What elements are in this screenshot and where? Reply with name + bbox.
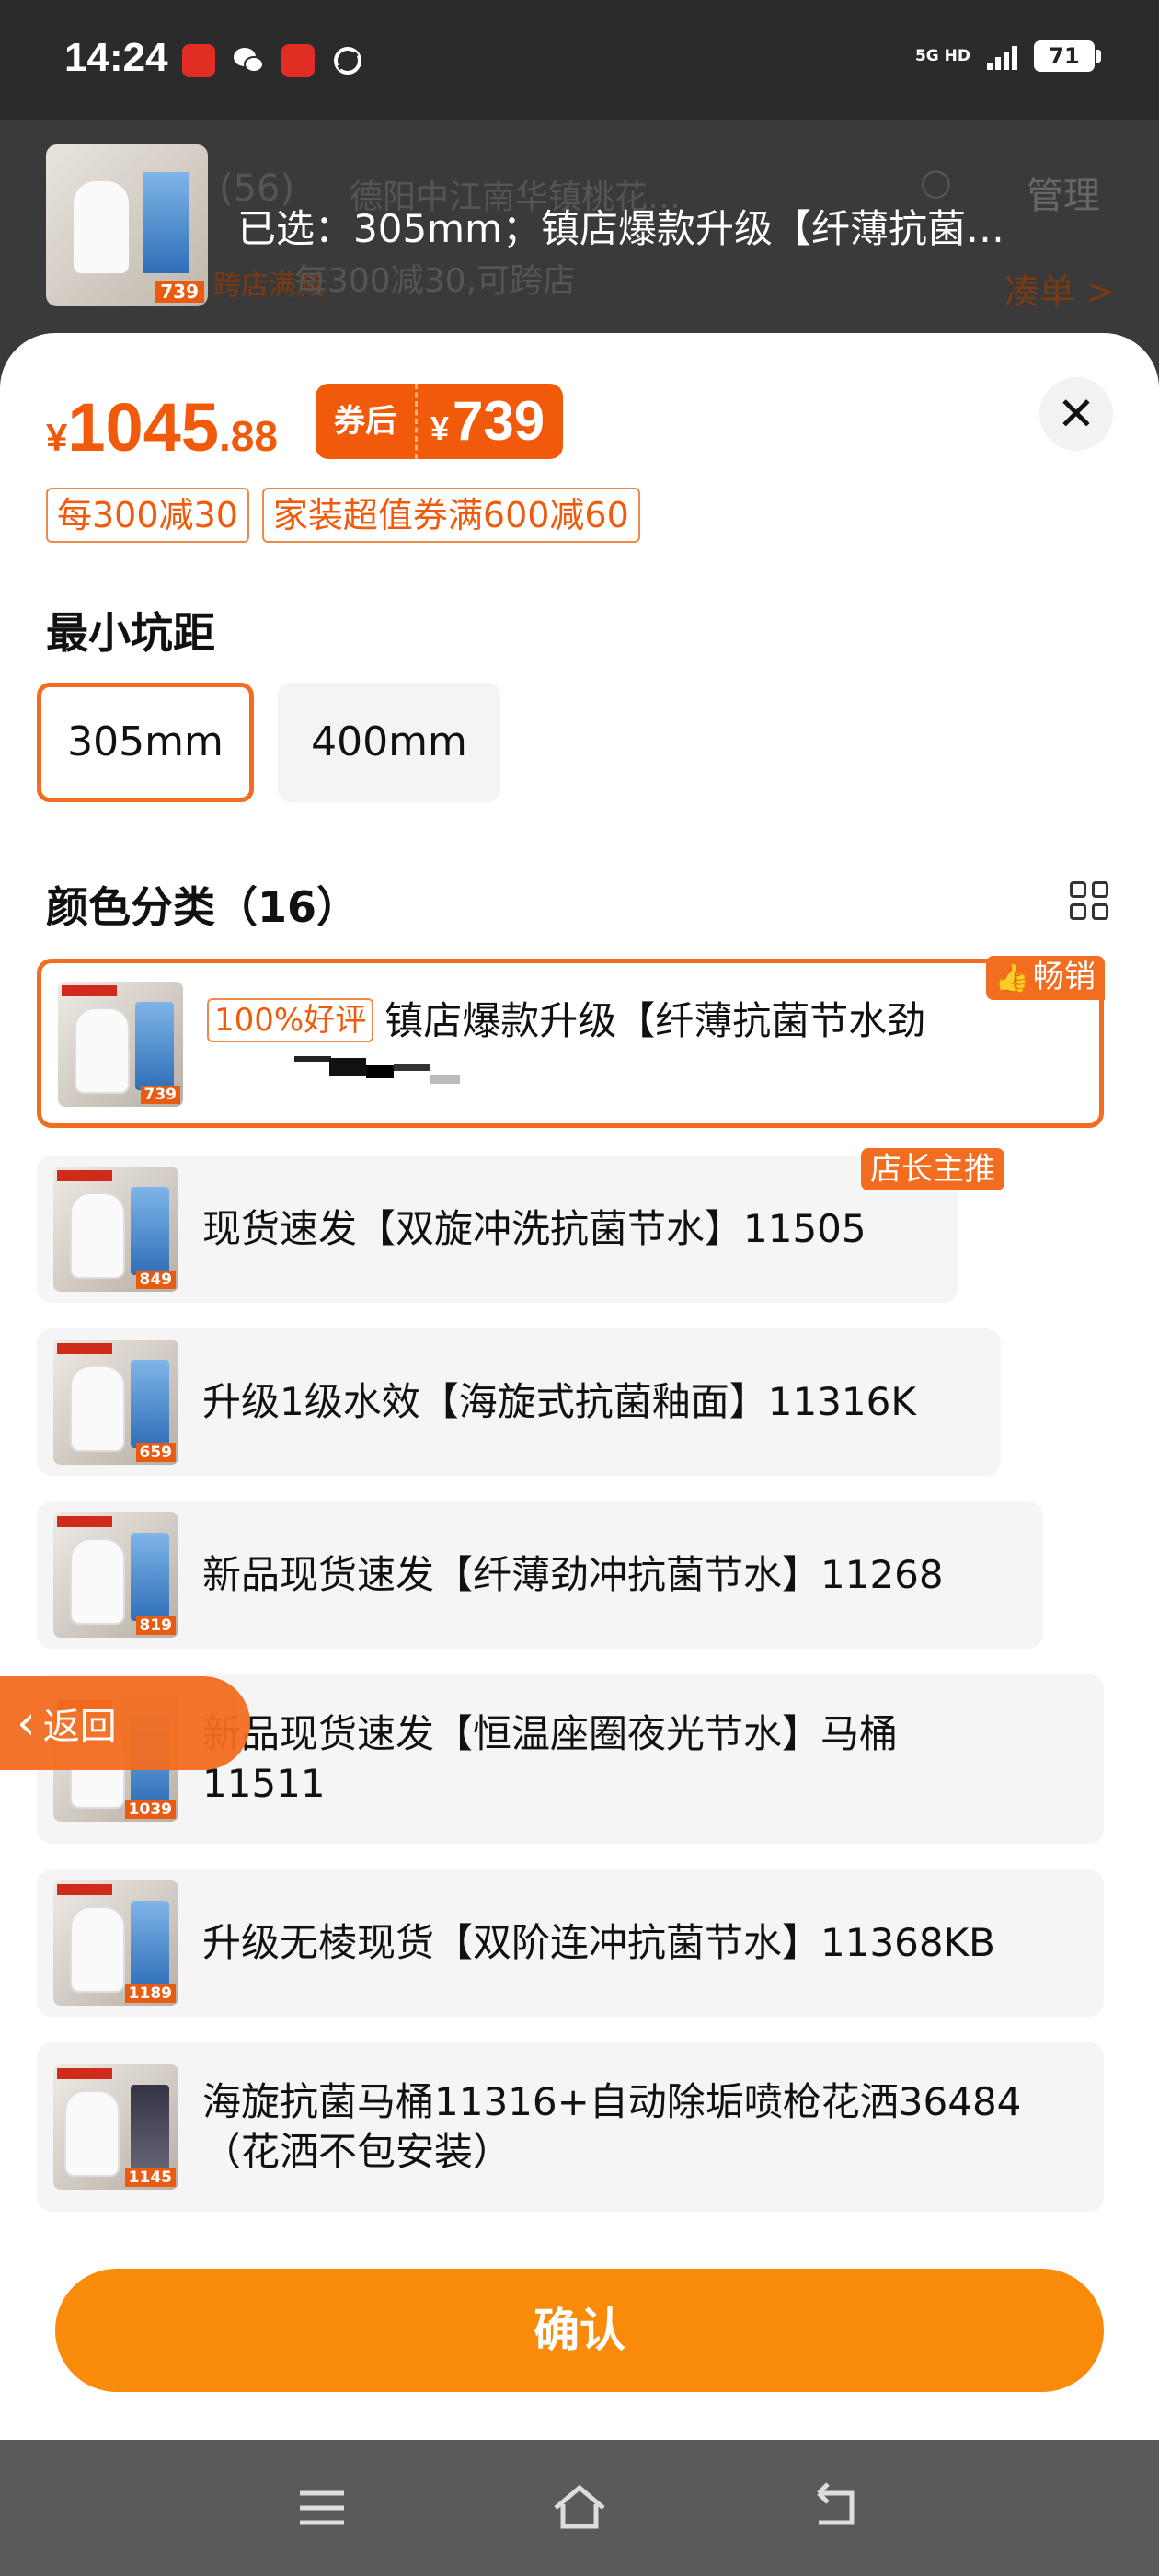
back-button[interactable]: ‹ 返回 xyxy=(0,1676,250,1770)
status-time: 14:24 xyxy=(64,35,168,80)
system-nav-bar xyxy=(0,2440,1159,2576)
pinduoduo-icon xyxy=(182,44,215,77)
variant-label: 升级无棱现货【双阶连冲抗菌节水】11368KB xyxy=(202,1920,995,1965)
original-price: ¥1045.88 xyxy=(46,389,278,466)
selected-product-thumbnail: 739 xyxy=(46,144,208,306)
signal-icon xyxy=(987,42,1017,70)
color-section-title: 颜色分类（16） xyxy=(46,882,360,932)
variant-item[interactable]: 1189 升级无棱现货【双阶连冲抗菌节水】11368KB xyxy=(37,1869,1104,2017)
bg-promo-text: 每300减30,可跨店 xyxy=(294,262,576,300)
variant-label: 海旋抗菌马桶11316+自动除垢喷枪花洒36484 xyxy=(202,2079,1022,2124)
variant-label-line2: （花洒不包安装） xyxy=(202,2129,512,2174)
coupon-label: 券后 xyxy=(316,384,418,459)
selected-variant-text: 已选：305mm；镇店爆款升级【纤薄抗菌… xyxy=(237,206,1004,251)
bestseller-badge: 👍 畅销 xyxy=(985,956,1105,1000)
promo-tag: 家装超值券满600减60 xyxy=(261,488,640,543)
variant-thumbnail: 739 xyxy=(58,982,183,1107)
coupon-price: ¥739 xyxy=(430,390,545,452)
redacted-text xyxy=(294,1056,460,1084)
variant-item[interactable]: 659 升级1级水效【海旋式抗菌釉面】11316K xyxy=(37,1328,1001,1476)
back-nav-icon[interactable] xyxy=(809,2480,865,2536)
rating-badge: 100%好评 xyxy=(207,998,374,1042)
network-indicator: 5G HD xyxy=(914,47,970,65)
variant-item[interactable]: 739 100%好评 镇店爆款升级【纤薄抗菌节水劲 👍 畅销 xyxy=(37,956,1105,1128)
sync-app-icon xyxy=(331,44,364,77)
variant-item[interactable]: 1145 海旋抗菌马桶11316+自动除垢喷枪花洒36484 （花洒不包安装） xyxy=(37,2042,1104,2212)
confirm-button[interactable]: 确认 xyxy=(55,2269,1104,2392)
status-bar: 14:24 5G HD 71 xyxy=(0,0,1159,120)
home-icon[interactable] xyxy=(552,2480,607,2536)
chevron-left-icon: ‹ xyxy=(17,1696,36,1751)
variant-label-line2: 11511 xyxy=(202,1761,326,1806)
promo-tags: 每300减30 家装超值券满600减60 xyxy=(46,488,640,543)
wechat-icon xyxy=(232,44,265,77)
pinduoduo618-icon xyxy=(281,44,315,77)
size-option-305mm[interactable]: 305mm xyxy=(37,683,254,802)
grid-view-icon[interactable] xyxy=(1070,881,1108,920)
variant-label: 升级1级水效【海旋式抗菌釉面】11316K xyxy=(202,1379,916,1424)
close-icon[interactable]: ✕ xyxy=(1039,377,1113,451)
menu-icon[interactable] xyxy=(294,2480,350,2536)
variant-label: 新品现货速发【纤薄劲冲抗菌节水】11268 xyxy=(202,1552,944,1597)
promo-tag: 每300减30 xyxy=(46,488,249,543)
variant-thumbnail: 1189 xyxy=(53,1880,178,2006)
coupon-price-badge: 券后 ¥739 xyxy=(316,384,564,459)
variant-thumbnail: 659 xyxy=(53,1340,178,1465)
variant-label: 镇店爆款升级【纤薄抗菌节水劲 xyxy=(384,998,926,1043)
size-section-title: 最小坑距 xyxy=(46,608,215,658)
manager-pick-badge: 店长主推 xyxy=(861,1148,1004,1190)
variant-thumbnail: 1145 xyxy=(53,2064,178,2190)
variant-thumbnail: 849 xyxy=(53,1167,178,1292)
variant-item[interactable]: 819 新品现货速发【纤薄劲冲抗菌节水】11268 xyxy=(37,1501,1043,1649)
thumbs-up-icon: 👍 xyxy=(994,962,1029,995)
battery-icon: 71 xyxy=(1034,40,1101,72)
bg-gather-link[interactable]: 凑单 > xyxy=(1004,263,1115,314)
variant-label: 现货速发【双旋冲洗抗菌节水】11505 xyxy=(202,1206,866,1251)
size-option-400mm[interactable]: 400mm xyxy=(278,683,500,802)
variant-item[interactable]: 849 现货速发【双旋冲洗抗菌节水】11505 店长主推 xyxy=(37,1148,1004,1303)
variant-thumbnail: 819 xyxy=(53,1512,178,1638)
variant-label: 新品现货速发【恒温座圈夜光节水】马桶 xyxy=(202,1711,899,1756)
